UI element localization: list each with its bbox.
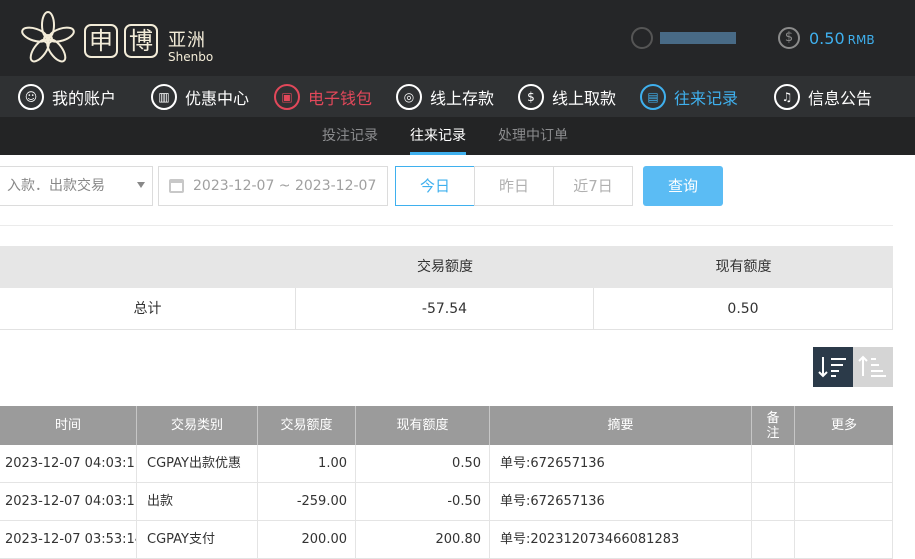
table-row: 2023-12-07 04:03:11 出款 -259.00 -0.50 单号:… xyxy=(0,483,893,521)
table-row: 2023-12-07 04:03:11 CGPAY出款优惠 1.00 0.50 … xyxy=(0,445,893,483)
sort-asc-icon xyxy=(858,355,886,377)
divider xyxy=(0,225,893,226)
calendar-icon xyxy=(169,179,184,193)
nav-label: 线上存款 xyxy=(430,88,495,108)
row-amount: 1.00 xyxy=(258,445,356,483)
row-remark xyxy=(752,521,795,559)
nav-promotions[interactable]: ▥ 优惠中心 xyxy=(151,76,249,117)
nav-online-deposit[interactable]: ◎ 线上存款 xyxy=(396,76,494,117)
sort-desc-button[interactable] xyxy=(813,347,853,387)
logo-char-1: 申 xyxy=(84,24,118,58)
yesterday-button[interactable]: 昨日 xyxy=(474,166,554,206)
logo-cn-text: 亚洲 xyxy=(168,30,206,51)
summary-amount: -57.54 xyxy=(296,288,594,330)
records-table-header: 时间 交易类别 交易额度 现有额度 摘要 备注 更多 xyxy=(0,406,893,445)
logo-char-2: 博 xyxy=(124,24,158,58)
row-time: 2023-12-07 04:03:11 xyxy=(0,445,137,483)
username-redacted xyxy=(660,32,736,44)
row-amount: -259.00 xyxy=(258,483,356,521)
summary-header: 交易额度 现有额度 xyxy=(0,246,893,288)
dollar-icon: $ xyxy=(778,27,800,49)
main-nav: ☺ 我的账户 ▥ 优惠中心 ▣ 电子钱包 ◎ 线上存款 $ 线上取款 ▤ 往来记… xyxy=(0,76,915,117)
row-summary: 单号:672657136 xyxy=(490,445,752,483)
col-amount: 交易额度 xyxy=(258,406,356,445)
col-remark: 备注 xyxy=(752,406,795,445)
row-type: CGPAY支付 xyxy=(137,521,258,559)
nav-e-wallet[interactable]: ▣ 电子钱包 xyxy=(274,76,372,117)
summary-header-balance: 现有额度 xyxy=(715,259,772,275)
summary-row: 总计 -57.54 0.50 xyxy=(0,288,893,330)
bell-icon: ♫ xyxy=(774,83,800,110)
row-type: CGPAY出款优惠 xyxy=(137,445,258,483)
query-button[interactable]: 查询 xyxy=(643,166,723,206)
col-more: 更多 xyxy=(830,418,857,433)
summary-balance: 0.50 xyxy=(594,288,893,330)
wallet-icon: ▣ xyxy=(274,83,300,110)
deposit-icon: ◎ xyxy=(396,83,422,110)
row-type: 出款 xyxy=(137,483,258,521)
user-icon: ☺ xyxy=(18,83,44,110)
balance-currency: RMB xyxy=(847,33,875,47)
date-range-input[interactable]: 2023-12-07 ~ 2023-12-07 xyxy=(158,166,388,206)
nav-records[interactable]: ▤ 往来记录 xyxy=(640,76,738,117)
nav-label: 往来记录 xyxy=(674,88,739,108)
row-time: 2023-12-07 03:53:14 xyxy=(0,521,137,559)
sort-desc-icon xyxy=(818,357,846,378)
row-summary: 单号:672657136 xyxy=(490,483,752,521)
row-balance: -0.50 xyxy=(356,483,490,521)
row-remark xyxy=(752,445,795,483)
row-summary: 单号:202312073466081283 xyxy=(490,521,752,559)
transaction-type-value: 入款．出款交易 xyxy=(7,178,105,194)
logo-en-text: Shenbo xyxy=(168,50,214,64)
user-avatar-icon[interactable] xyxy=(631,27,653,49)
row-balance: 0.50 xyxy=(356,445,490,483)
caret-down-icon xyxy=(137,182,145,188)
transaction-type-select[interactable]: 入款．出款交易 xyxy=(0,166,153,206)
tab-pending-orders[interactable]: 处理中订单 xyxy=(498,117,568,155)
withdraw-icon: $ xyxy=(518,83,544,110)
balance-display: 0.50 RMB xyxy=(809,29,875,48)
site-logo[interactable]: 申 博 亚洲 Shenbo xyxy=(18,9,213,69)
summary-total-label: 总计 xyxy=(0,288,296,330)
gift-icon: ▥ xyxy=(151,83,177,110)
balance-amount: 0.50 xyxy=(809,29,845,48)
records-icon: ▤ xyxy=(640,83,666,110)
col-balance: 现有额度 xyxy=(356,406,490,445)
top-header: 申 博 亚洲 Shenbo $ 0.50 RMB xyxy=(0,0,915,76)
summary-header-amount: 交易额度 xyxy=(417,259,473,275)
nav-label: 信息公告 xyxy=(808,88,873,108)
row-remark xyxy=(752,483,795,521)
nav-announcements[interactable]: ♫ 信息公告 xyxy=(774,76,872,117)
nav-my-account[interactable]: ☺ 我的账户 xyxy=(18,76,116,117)
nav-label: 线上取款 xyxy=(552,88,617,108)
last-7-days-button[interactable]: 近7日 xyxy=(553,166,633,206)
row-amount: 200.00 xyxy=(258,521,356,559)
col-type: 交易类别 xyxy=(137,406,258,445)
sub-nav: 投注记录 往来记录 处理中订单 xyxy=(0,117,915,155)
sort-asc-button[interactable] xyxy=(853,347,893,387)
today-button[interactable]: 今日 xyxy=(395,166,475,206)
flower-logo-icon xyxy=(21,11,75,63)
row-more[interactable] xyxy=(795,483,893,521)
date-range-value: 2023-12-07 ~ 2023-12-07 xyxy=(193,178,377,194)
row-more[interactable] xyxy=(795,445,893,483)
nav-label: 电子钱包 xyxy=(308,88,373,108)
col-time: 时间 xyxy=(0,406,137,445)
nav-label: 我的账户 xyxy=(52,88,117,108)
row-more[interactable] xyxy=(795,521,893,559)
col-summary: 摘要 xyxy=(490,406,752,445)
nav-online-withdraw[interactable]: $ 线上取款 xyxy=(518,76,616,117)
table-row: 2023-12-07 03:53:14 CGPAY支付 200.00 200.8… xyxy=(0,521,893,559)
nav-label: 优惠中心 xyxy=(185,88,250,108)
row-balance: 200.80 xyxy=(356,521,490,559)
tab-bet-records[interactable]: 投注记录 xyxy=(322,117,378,155)
row-time: 2023-12-07 04:03:11 xyxy=(0,483,137,521)
tab-transaction-records[interactable]: 往来记录 xyxy=(410,117,466,155)
